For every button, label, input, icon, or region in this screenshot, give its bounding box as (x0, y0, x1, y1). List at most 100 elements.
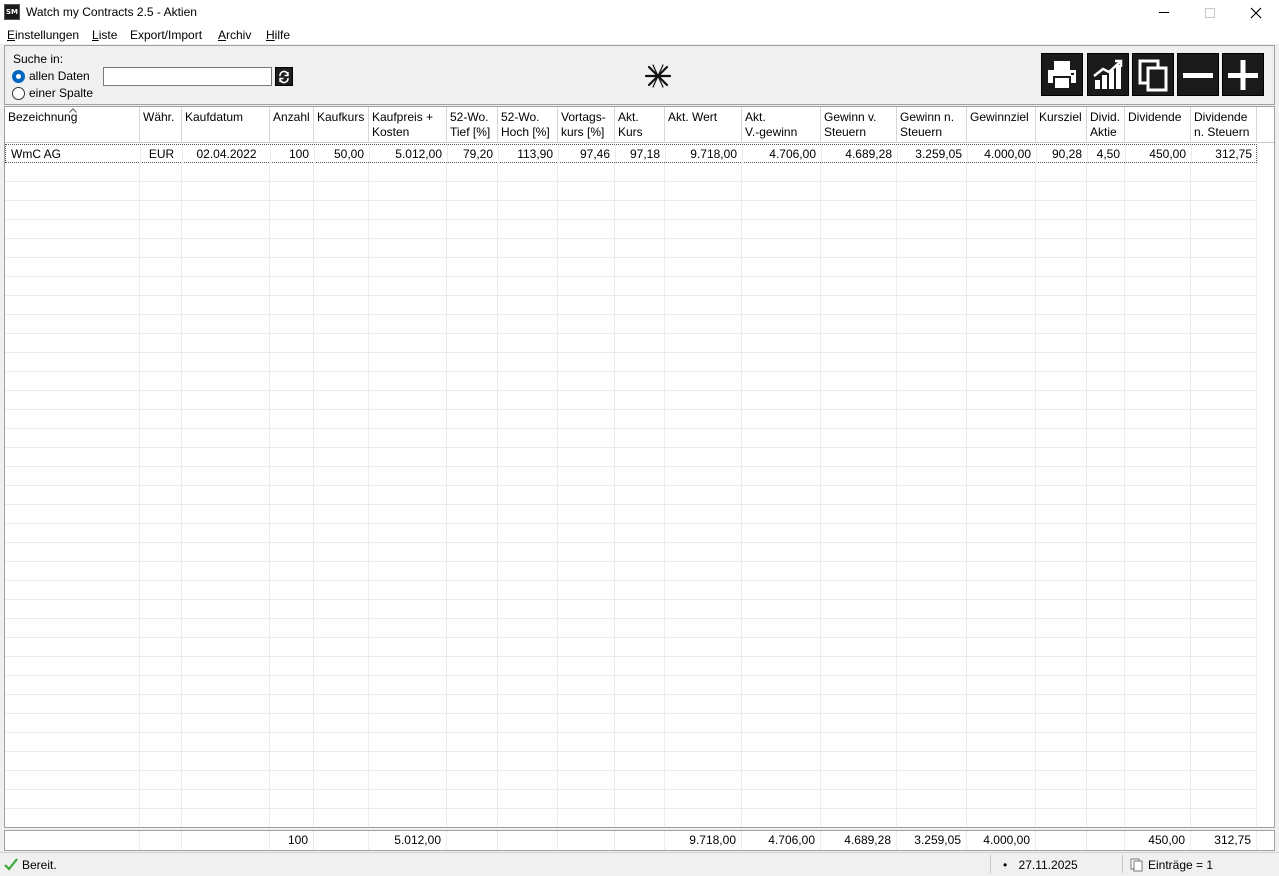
empty-row[interactable] (5, 391, 1257, 410)
column-header[interactable]: Bezeichnung (5, 107, 140, 143)
column-header[interactable]: Kaufkurs (314, 107, 369, 143)
radio-all-data[interactable]: allen Daten (12, 69, 90, 83)
empty-cell (498, 315, 558, 334)
column-header[interactable]: Kursziel (1036, 107, 1087, 143)
empty-row[interactable] (5, 600, 1257, 619)
column-header[interactable]: Gewinnziel (967, 107, 1036, 143)
empty-row[interactable] (5, 657, 1257, 676)
empty-cell (270, 752, 314, 771)
empty-cell (369, 201, 447, 220)
column-header[interactable]: 52-Wo. Hoch [%] (498, 107, 558, 143)
column-header[interactable]: Kaufpreis + Kosten (369, 107, 447, 143)
empty-cell (1191, 448, 1257, 467)
empty-cell (1191, 600, 1257, 619)
empty-cell (5, 543, 140, 562)
empty-row[interactable] (5, 201, 1257, 220)
empty-cell (447, 505, 498, 524)
copy-button[interactable] (1132, 53, 1174, 96)
empty-cell (447, 619, 498, 638)
empty-cell (742, 315, 821, 334)
empty-row[interactable] (5, 733, 1257, 752)
radio-one-column-indicator[interactable] (12, 86, 25, 100)
add-button[interactable] (1222, 53, 1264, 96)
empty-row[interactable] (5, 296, 1257, 315)
empty-cell (1125, 638, 1191, 657)
chart-button[interactable] (1087, 53, 1129, 96)
table-row[interactable]: WmC AG EUR 02.04.2022 100 50,00 5.012,00 79,20… (5, 144, 1258, 164)
empty-row[interactable] (5, 334, 1257, 353)
menu-hilfe[interactable]: Hilfe (266, 28, 290, 42)
column-header[interactable]: Gewinn v. Steuern (821, 107, 897, 143)
radio-all-data-indicator[interactable] (12, 69, 25, 83)
column-header[interactable]: Vortags- kurs [%] (558, 107, 615, 143)
empty-row[interactable] (5, 676, 1257, 695)
empty-row[interactable] (5, 410, 1257, 429)
empty-row[interactable] (5, 448, 1257, 467)
empty-cell (558, 296, 615, 315)
empty-row[interactable] (5, 372, 1257, 391)
empty-row[interactable] (5, 353, 1257, 372)
empty-row[interactable] (5, 277, 1257, 296)
search-input[interactable] (103, 67, 272, 86)
empty-row[interactable] (5, 562, 1257, 581)
remove-button[interactable] (1177, 53, 1219, 96)
empty-row[interactable] (5, 752, 1257, 771)
empty-row[interactable] (5, 467, 1257, 486)
menu-einstellungen[interactable]: Einstellungen (7, 28, 79, 42)
maximize-button[interactable] (1187, 0, 1233, 25)
empty-row[interactable] (5, 315, 1257, 334)
empty-row[interactable] (5, 714, 1257, 733)
column-header[interactable]: Divid. Aktie (1087, 107, 1125, 143)
column-header[interactable]: Gewinn n. Steuern (897, 107, 967, 143)
empty-cell (1036, 220, 1087, 239)
column-header[interactable]: Dividende n. Steuern (1191, 107, 1257, 143)
window-title: Watch my Contracts 2.5 - Aktien (26, 5, 197, 19)
empty-cell (1191, 714, 1257, 733)
empty-cell (498, 410, 558, 429)
empty-cell (665, 752, 742, 771)
empty-row[interactable] (5, 182, 1257, 201)
empty-row[interactable] (5, 638, 1257, 657)
empty-row[interactable] (5, 543, 1257, 562)
empty-cell (314, 733, 369, 752)
menu-archiv[interactable]: Archiv (218, 28, 251, 42)
empty-cell (498, 429, 558, 448)
empty-row[interactable] (5, 505, 1257, 524)
empty-row[interactable] (5, 239, 1257, 258)
minimize-button[interactable] (1141, 0, 1187, 25)
empty-cell (5, 258, 140, 277)
close-button[interactable] (1233, 0, 1279, 25)
column-header[interactable]: Akt. Wert (665, 107, 742, 143)
empty-row[interactable] (5, 220, 1257, 239)
menu-liste[interactable]: Liste (92, 28, 117, 42)
print-button[interactable] (1041, 53, 1083, 96)
column-header[interactable]: Anzahl (270, 107, 314, 143)
column-header[interactable]: Akt. Kurs (615, 107, 665, 143)
empty-row[interactable] (5, 790, 1257, 809)
menu-export-import[interactable]: Export/Import (130, 28, 202, 42)
radio-one-column[interactable]: einer Spalte (12, 86, 93, 100)
empty-cell (665, 334, 742, 353)
empty-row[interactable] (5, 429, 1257, 448)
empty-cell (615, 714, 665, 733)
refresh-search-button[interactable] (275, 67, 293, 86)
empty-row[interactable] (5, 581, 1257, 600)
empty-row[interactable] (5, 771, 1257, 790)
column-header[interactable]: Währ. (140, 107, 182, 143)
empty-cell (558, 315, 615, 334)
empty-row[interactable] (5, 258, 1257, 277)
empty-row[interactable] (5, 619, 1257, 638)
column-header[interactable]: Dividende (1125, 107, 1191, 143)
total-cell: 4.706,00 (742, 831, 821, 850)
empty-row[interactable] (5, 524, 1257, 543)
empty-row[interactable] (5, 809, 1257, 827)
column-header[interactable]: Kaufdatum (182, 107, 270, 143)
column-header[interactable]: Akt. V.-gewinn (742, 107, 821, 143)
column-header[interactable]: 52-Wo. Tief [%] (447, 107, 498, 143)
empty-row[interactable] (5, 486, 1257, 505)
empty-row[interactable] (5, 163, 1257, 182)
empty-row[interactable] (5, 695, 1257, 714)
empty-cell (5, 486, 140, 505)
contracts-table[interactable]: Bezeichnung Währ. Kaufdatum Anzahl Kaufkurs K… (4, 106, 1275, 828)
empty-cell (1087, 315, 1125, 334)
